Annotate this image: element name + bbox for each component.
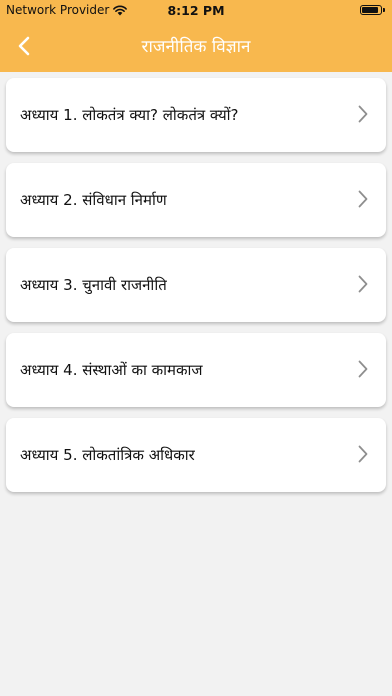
battery-icon	[360, 5, 385, 15]
chapter-label: अध्याय 3. चुनावी राजनीति	[20, 276, 167, 294]
chapter-label: अध्याय 4. संस्थाओं का कामकाज	[20, 361, 203, 379]
status-time: 8:12 PM	[167, 3, 225, 18]
chapter-item-4[interactable]: अध्याय 4. संस्थाओं का कामकाज	[6, 333, 386, 407]
chevron-right-icon	[358, 190, 368, 208]
page-title: राजनीतिक विज्ञान	[141, 37, 251, 57]
battery-level	[362, 7, 378, 13]
chevron-right-icon	[358, 105, 368, 123]
chapter-item-3[interactable]: अध्याय 3. चुनावी राजनीति	[6, 248, 386, 322]
chapter-item-1[interactable]: अध्याय 1. लोकतंत्र क्या? लोकतंत्र क्यों?	[6, 78, 386, 152]
chapter-item-2[interactable]: अध्याय 2. संविधान निर्माण	[6, 163, 386, 237]
chevron-right-icon	[358, 445, 368, 463]
chapter-label: अध्याय 5. लोकतांत्रिक अधिकार	[20, 446, 195, 464]
chapter-list: अध्याय 1. लोकतंत्र क्या? लोकतंत्र क्यों?…	[6, 78, 386, 503]
chapter-item-5[interactable]: अध्याय 5. लोकतांत्रिक अधिकार	[6, 418, 386, 492]
chevron-right-icon	[358, 275, 368, 293]
chapter-label: अध्याय 2. संविधान निर्माण	[20, 191, 167, 209]
chevron-right-icon	[358, 360, 368, 378]
status-bar: Network Provider 8:12 PM	[0, 0, 392, 20]
chapter-label: अध्याय 1. लोकतंत्र क्या? लोकतंत्र क्यों?	[20, 106, 239, 124]
navigation-header: Network Provider 8:12 PM राजनीतिक विज्ञा…	[0, 0, 392, 72]
